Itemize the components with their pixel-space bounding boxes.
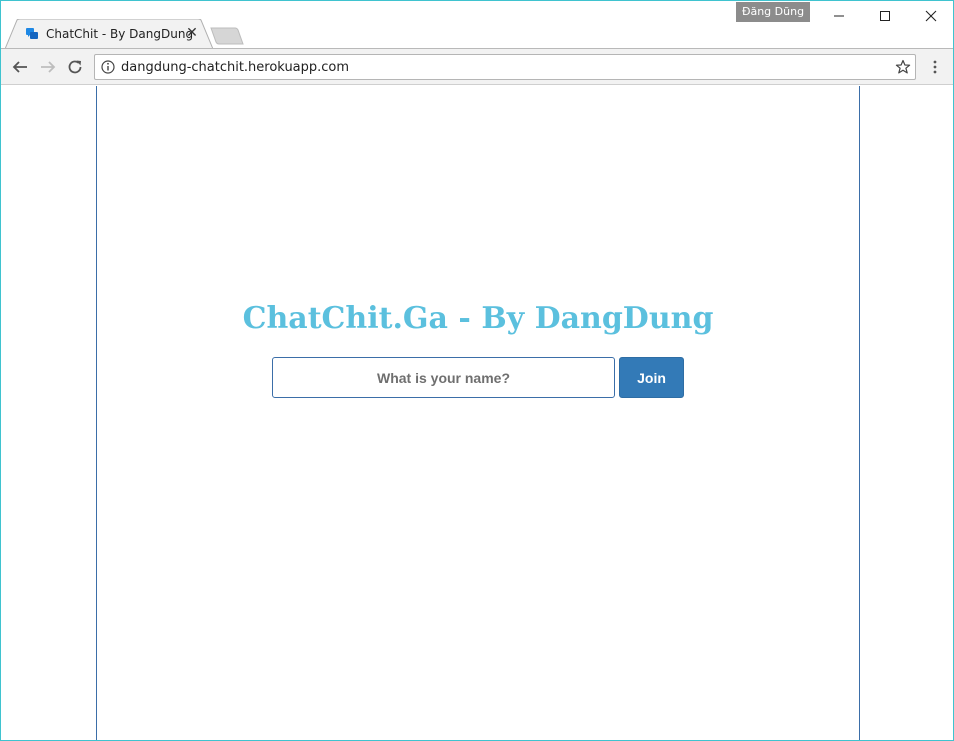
browser-window: ChatChit - By DangDung ✕ Đăng Dũng dangd…: [0, 0, 954, 741]
page-title: ChatChit.Ga - By DangDung: [242, 301, 714, 336]
info-icon[interactable]: [101, 60, 115, 74]
profile-badge[interactable]: Đăng Dũng: [736, 2, 810, 22]
forward-button[interactable]: [38, 57, 58, 77]
page-viewport: ChatChit.Ga - By DangDung Join: [1, 86, 953, 740]
new-tab-button[interactable]: [210, 27, 244, 45]
back-icon: [12, 61, 27, 73]
browser-toolbar: dangdung-chatchit.herokuapp.com: [1, 48, 953, 85]
url-text[interactable]: dangdung-chatchit.herokuapp.com: [121, 60, 349, 75]
star-icon[interactable]: [895, 59, 911, 75]
content-container: ChatChit.Ga - By DangDung Join: [96, 86, 860, 740]
forward-icon: [41, 61, 56, 73]
reload-icon: [68, 60, 82, 74]
minimize-button[interactable]: [816, 1, 862, 31]
name-input[interactable]: [272, 357, 615, 398]
window-close-button[interactable]: [908, 1, 953, 31]
title-bar: ChatChit - By DangDung ✕ Đăng Dũng: [1, 1, 953, 49]
join-button[interactable]: Join: [619, 357, 684, 398]
minimize-icon: [834, 15, 844, 17]
maximize-button[interactable]: [862, 1, 908, 31]
reload-button[interactable]: [65, 57, 85, 77]
close-icon: [925, 10, 937, 22]
address-bar[interactable]: dangdung-chatchit.herokuapp.com: [94, 54, 916, 80]
chat-bubbles-icon: [26, 28, 38, 39]
menu-icon[interactable]: [927, 59, 943, 75]
back-button[interactable]: [10, 57, 30, 77]
tab-title: ChatChit - By DangDung: [46, 27, 194, 41]
close-icon[interactable]: ✕: [185, 26, 199, 40]
maximize-icon: [880, 11, 890, 21]
